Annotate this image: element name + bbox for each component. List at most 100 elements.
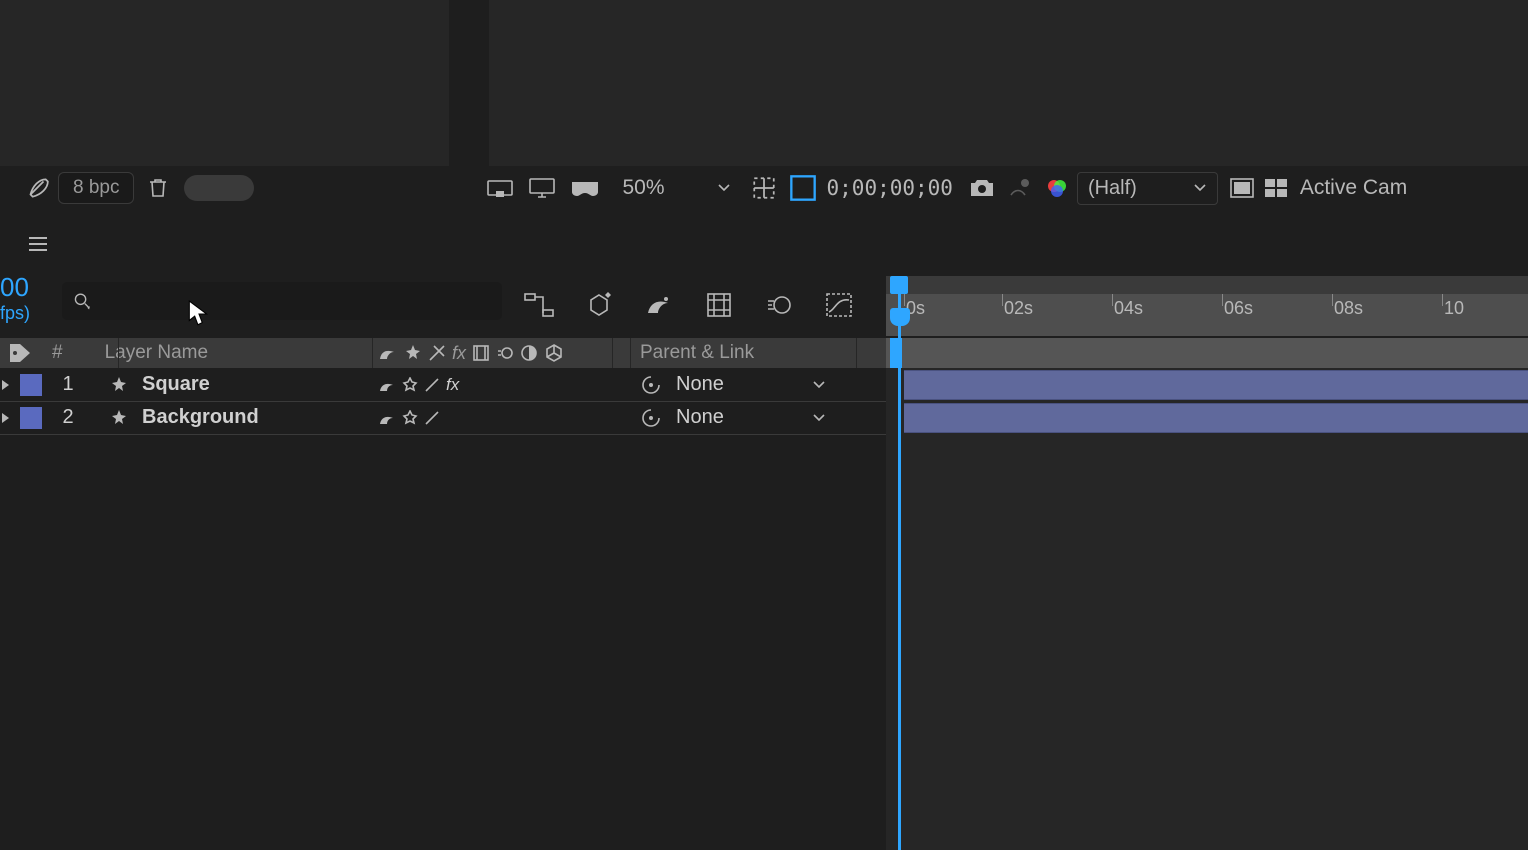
label-color-chip[interactable]: [20, 407, 42, 429]
layername-column[interactable]: Layer Name: [105, 342, 209, 364]
transparency-grid-icon[interactable]: [789, 166, 817, 210]
frame-blend-icon[interactable]: [704, 290, 734, 320]
comp-flowchart-icon[interactable]: [524, 290, 554, 320]
zoom-value: 50%: [622, 176, 664, 200]
monitor-icon[interactable]: [528, 166, 556, 210]
layer-search-field[interactable]: [101, 291, 502, 312]
switches-columns: fx: [378, 338, 564, 368]
fx-col-icon[interactable]: fx: [452, 343, 466, 364]
playhead-grip[interactable]: [890, 308, 910, 326]
timecode-fps: fps): [0, 303, 30, 324]
twirl-icon[interactable]: [0, 412, 14, 424]
ruler-tick: 08s: [1334, 298, 1363, 319]
chevron-down-icon: [717, 181, 731, 195]
footer-toolbar: 8 bpc 50% 0;00;00;00 (Half) Ac: [0, 166, 1528, 210]
quality-switch[interactable]: [424, 410, 440, 426]
ruler-tick: 04s: [1114, 298, 1143, 319]
layer-track-area[interactable]: [886, 368, 1528, 850]
fast-preview-icon[interactable]: [1230, 166, 1254, 210]
always-preview-icon[interactable]: [486, 166, 514, 210]
trash-icon[interactable]: [146, 166, 170, 210]
empty-pill[interactable]: [184, 175, 254, 201]
viewer-right-panel: [489, 0, 1528, 166]
parent-column[interactable]: Parent & Link: [640, 342, 754, 364]
3d-col-icon[interactable]: [544, 343, 564, 363]
motion-blur-icon[interactable]: [764, 290, 794, 320]
twirl-icon[interactable]: [0, 379, 14, 391]
layer-columns-header: # Layer Name fx Parent & Link: [0, 338, 886, 368]
shy-switch[interactable]: [378, 376, 396, 394]
time-navigator[interactable]: [886, 276, 1528, 294]
viewer-left-panel: [0, 0, 449, 166]
parent-value: None: [676, 406, 724, 429]
resolution-value: (Half): [1088, 177, 1137, 200]
parent-control[interactable]: None: [640, 373, 826, 396]
collapsetrans-switch[interactable]: [402, 410, 418, 426]
parent-value: None: [676, 373, 724, 396]
roi-icon[interactable]: [751, 166, 777, 210]
work-area-bar[interactable]: [886, 338, 1528, 368]
filmstrip-col-icon[interactable]: [472, 344, 490, 362]
timecode-frames: 00: [0, 272, 30, 303]
label-color-chip[interactable]: [20, 374, 42, 396]
fx-col-star-icon[interactable]: [404, 344, 422, 362]
search-icon: [72, 290, 93, 312]
layer-name[interactable]: Square: [142, 373, 210, 396]
row-separator: [0, 434, 886, 435]
channel-icon[interactable]: [1045, 166, 1069, 210]
fx-switch[interactable]: fx: [446, 375, 459, 395]
ruler-tick: 10: [1444, 298, 1464, 319]
zoom-dropdown[interactable]: 50%: [612, 172, 740, 204]
layer-index: 1: [56, 373, 80, 396]
shy-col-icon[interactable]: [378, 343, 398, 363]
draft3d-icon[interactable]: [584, 290, 614, 320]
parent-control[interactable]: None: [640, 406, 826, 429]
time-navigator-start-handle[interactable]: [890, 276, 908, 294]
layer-switches: fx: [378, 375, 459, 395]
chevron-down-icon: [1193, 181, 1207, 195]
show-snapshot-icon[interactable]: [1007, 166, 1033, 210]
viewer-timecode[interactable]: 0;00;00;00: [827, 176, 953, 200]
panel-menu-icon[interactable]: [29, 237, 47, 251]
index-column[interactable]: #: [52, 342, 63, 364]
mask-goggles-icon[interactable]: [570, 166, 600, 210]
shy-icon[interactable]: [644, 290, 674, 320]
layer-row[interactable]: 2 Background None: [0, 401, 886, 434]
motionblur-col-icon[interactable]: [496, 344, 514, 362]
snapshot-icon[interactable]: [969, 166, 995, 210]
shape-star-icon: [110, 409, 128, 427]
frameblend-col-icon[interactable]: [428, 344, 446, 362]
quality-switch[interactable]: [424, 377, 440, 393]
adjustment-col-icon[interactable]: [520, 344, 538, 362]
ruler-tick: 02s: [1004, 298, 1033, 319]
active-camera-dropdown[interactable]: Active Cam: [1300, 176, 1407, 200]
pickwhip-icon[interactable]: [640, 374, 662, 396]
feather-icon[interactable]: [24, 166, 50, 210]
ruler-tick: 06s: [1224, 298, 1253, 319]
layer-search-input[interactable]: [62, 282, 502, 320]
mouse-cursor-icon: [188, 300, 210, 328]
shape-star-icon: [110, 376, 128, 394]
grid-icon[interactable]: [1264, 166, 1288, 210]
layer-index: 2: [56, 406, 80, 429]
layer-duration-bar[interactable]: [904, 370, 1528, 400]
collapsetrans-switch[interactable]: [402, 377, 418, 393]
layer-duration-bar[interactable]: [904, 403, 1528, 433]
layer-switches: [378, 409, 440, 427]
pickwhip-icon[interactable]: [640, 407, 662, 429]
resolution-dropdown[interactable]: (Half): [1077, 172, 1218, 205]
timeline-tool-row: [524, 290, 854, 320]
label-column-icon[interactable]: [8, 342, 32, 364]
playhead-line[interactable]: [898, 294, 901, 850]
bpc-button[interactable]: 8 bpc: [58, 172, 134, 204]
chevron-down-icon[interactable]: [812, 378, 826, 392]
layer-name[interactable]: Background: [142, 406, 259, 429]
layer-rows: 1 Square fx None 2 Background N: [0, 368, 886, 434]
chevron-down-icon[interactable]: [812, 411, 826, 425]
layer-row[interactable]: 1 Square fx None: [0, 368, 886, 401]
timeline-timecode[interactable]: 00 fps): [0, 272, 30, 324]
panel-tabs: e: [0, 225, 1528, 263]
graph-editor-icon[interactable]: [824, 290, 854, 320]
time-ruler[interactable]: 0s 02s 04s 06s 08s 10: [886, 276, 1528, 336]
shy-switch[interactable]: [378, 409, 396, 427]
